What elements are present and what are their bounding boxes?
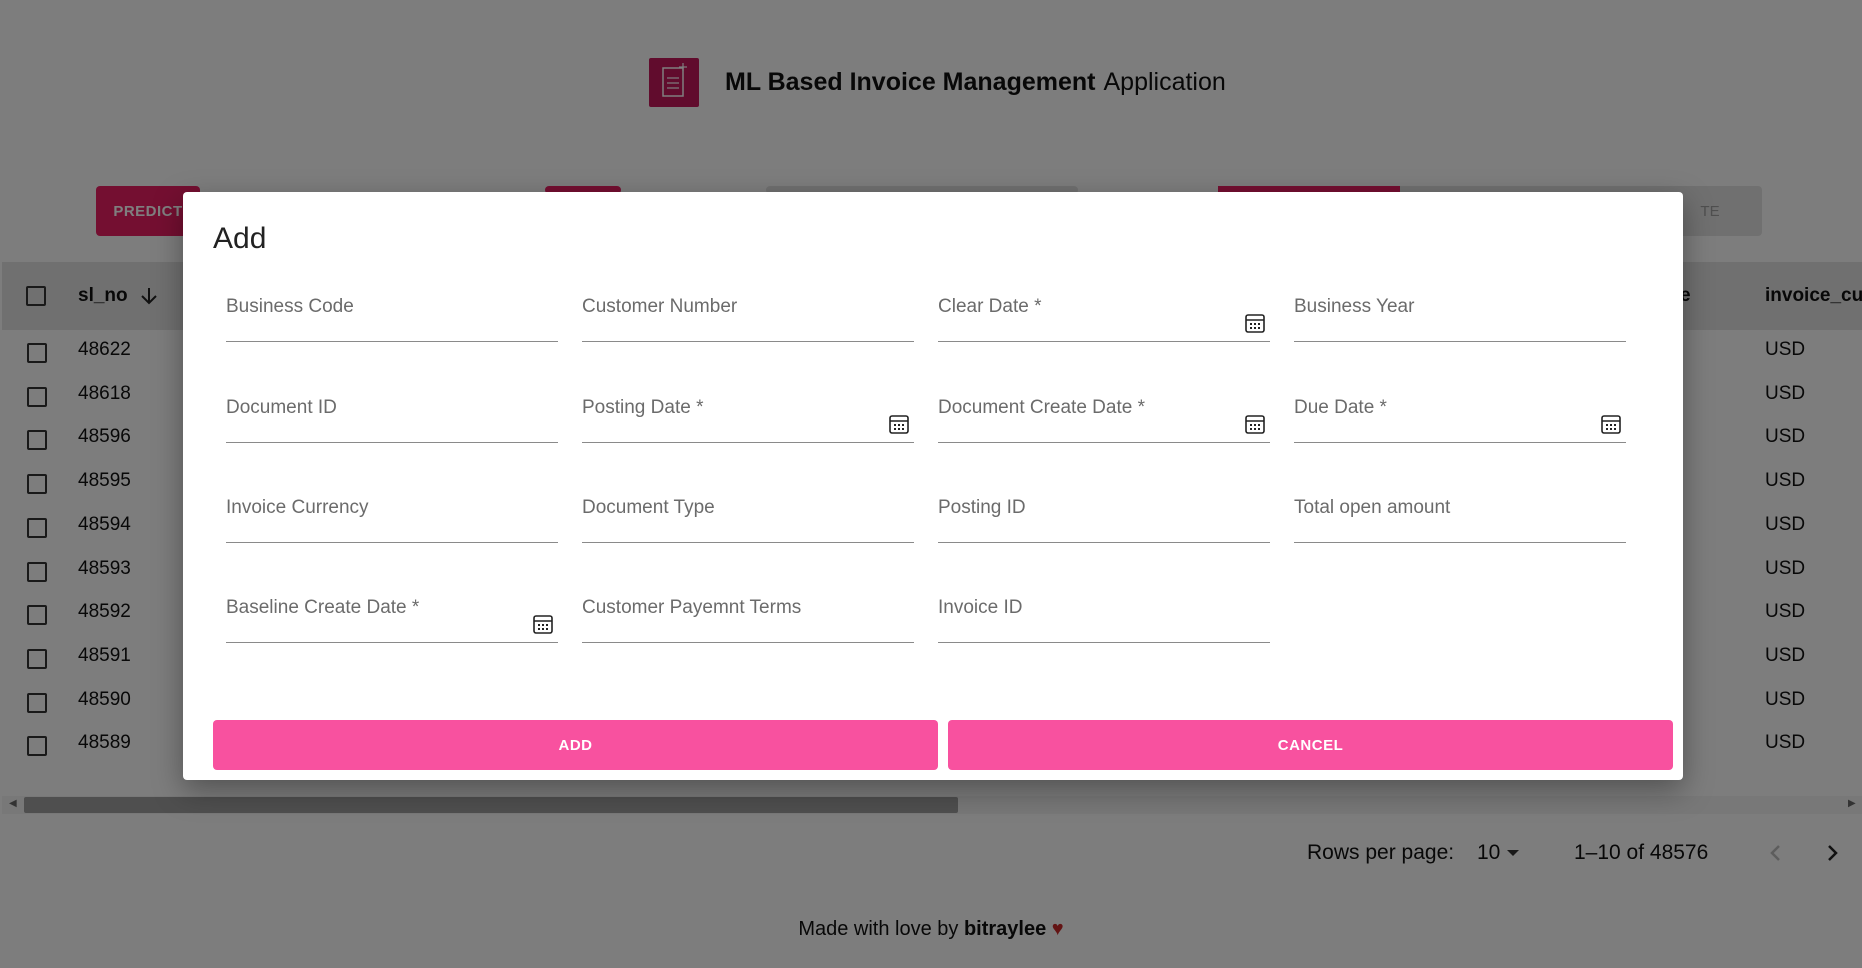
field-label: Due Date * [1294, 397, 1387, 418]
field-label: Customer Number [582, 296, 738, 317]
dialog-title: Add [213, 222, 267, 255]
field-underline [938, 642, 1270, 643]
field-underline [226, 341, 558, 342]
due-date-field[interactable]: Due Date * [1294, 373, 1626, 443]
field-label: Posting Date * [582, 397, 704, 418]
add-button[interactable]: ADD [213, 720, 938, 770]
field-underline [938, 542, 1270, 543]
total-open-amount-field[interactable]: Total open amount [1294, 473, 1626, 543]
field-label: Total open amount [1294, 497, 1451, 518]
calendar-icon[interactable] [1244, 413, 1266, 435]
field-label: Clear Date * [938, 296, 1042, 317]
invoice-currency-field[interactable]: Invoice Currency [226, 473, 558, 543]
calendar-icon[interactable] [888, 413, 910, 435]
document-type-field[interactable]: Document Type [582, 473, 914, 543]
calendar-icon[interactable] [1600, 413, 1622, 435]
customer-number-field[interactable]: Customer Number [582, 272, 914, 342]
field-underline [226, 542, 558, 543]
baseline-create-date-field[interactable]: Baseline Create Date * [226, 573, 558, 643]
business-code-field[interactable]: Business Code [226, 272, 558, 342]
field-label: Business Year [1294, 296, 1415, 317]
field-underline [226, 442, 558, 443]
customer-payemnt-terms-field[interactable]: Customer Payemnt Terms [582, 573, 914, 643]
field-underline [938, 341, 1270, 342]
invoice-id-field[interactable]: Invoice ID [938, 573, 1270, 643]
document-create-date-field[interactable]: Document Create Date * [938, 373, 1270, 443]
calendar-icon[interactable] [1244, 312, 1266, 334]
field-label: Invoice ID [938, 597, 1023, 618]
field-label: Posting ID [938, 497, 1026, 518]
field-label: Customer Payemnt Terms [582, 597, 802, 618]
posting-date-field[interactable]: Posting Date * [582, 373, 914, 443]
calendar-icon[interactable] [532, 613, 554, 635]
field-underline [1294, 542, 1626, 543]
field-label: Document Type [582, 497, 715, 518]
clear-date-field[interactable]: Clear Date * [938, 272, 1270, 342]
field-underline [1294, 442, 1626, 443]
field-underline [582, 542, 914, 543]
field-underline [582, 442, 914, 443]
field-underline [582, 642, 914, 643]
cancel-button[interactable]: CANCEL [948, 720, 1673, 770]
field-label: Document ID [226, 397, 337, 418]
field-underline [582, 341, 914, 342]
field-label: Business Code [226, 296, 354, 317]
field-label: Baseline Create Date * [226, 597, 420, 618]
business-year-field[interactable]: Business Year [1294, 272, 1626, 342]
add-dialog: Add Business Code Customer Number Clear Da… [183, 192, 1683, 780]
posting-id-field[interactable]: Posting ID [938, 473, 1270, 543]
field-underline [938, 442, 1270, 443]
field-label: Document Create Date * [938, 397, 1145, 418]
field-underline [1294, 341, 1626, 342]
document-id-field[interactable]: Document ID [226, 373, 558, 443]
field-label: Invoice Currency [226, 497, 369, 518]
field-underline [226, 642, 558, 643]
